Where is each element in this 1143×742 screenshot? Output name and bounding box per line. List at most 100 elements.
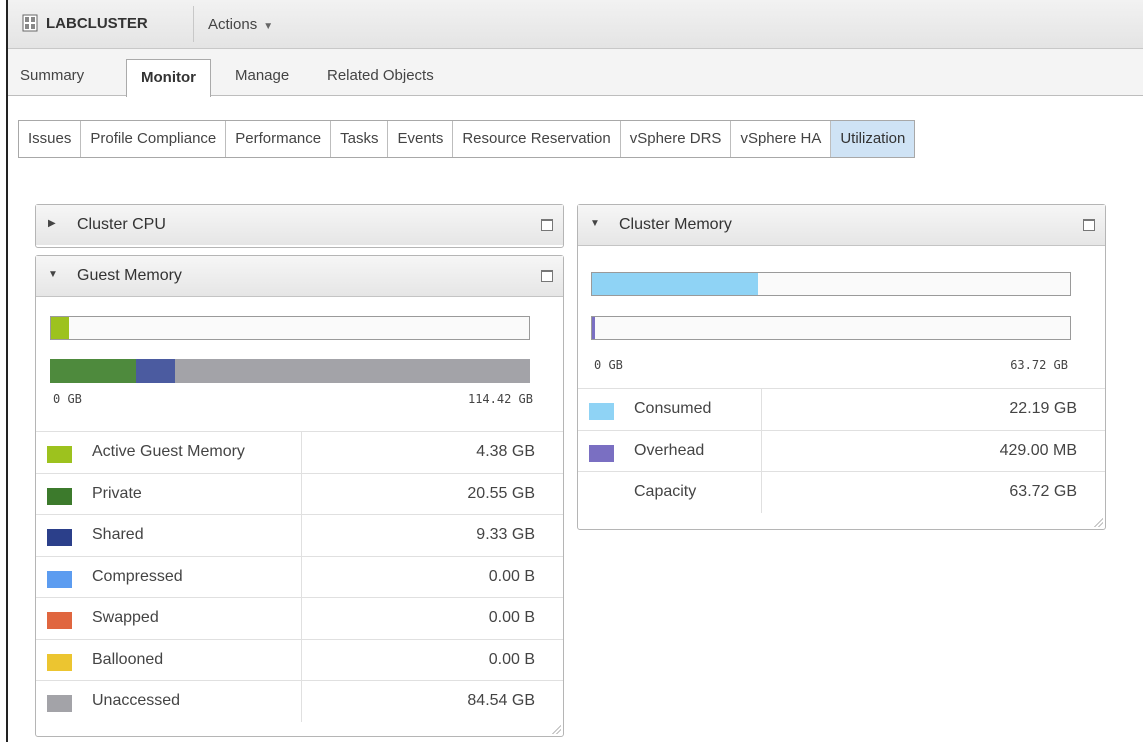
unaccessed-segment <box>175 359 530 383</box>
legend-swatch <box>47 612 72 629</box>
tab-manage[interactable]: Manage <box>235 57 289 95</box>
legend-value: 0.00 B <box>488 567 535 585</box>
legend-swatch <box>47 446 72 463</box>
guest-memory-panel: ▼ Guest Memory 0 GB 114.42 GB Active Gue… <box>35 255 564 737</box>
legend-column-divider <box>301 639 302 681</box>
legend-column-divider <box>301 473 302 515</box>
tab-related-objects[interactable]: Related Objects <box>327 57 434 95</box>
subtab-tasks[interactable]: Tasks <box>331 121 389 157</box>
cluster-cpu-panel: ▶ Cluster CPU <box>35 204 564 248</box>
guest-memory-header[interactable]: ▼ Guest Memory <box>36 256 563 297</box>
memory-breakdown-bar <box>50 359 530 383</box>
actions-label: Actions <box>208 16 258 33</box>
scale-max: 114.42 GB <box>467 392 533 406</box>
legend-column-divider <box>301 598 302 639</box>
legend-column-divider <box>761 389 762 430</box>
chevron-down-icon: ▼ <box>263 21 274 32</box>
legend-column-divider <box>301 515 302 556</box>
resize-grip-icon[interactable] <box>551 724 561 734</box>
legend-value: 63.72 GB <box>1009 483 1077 500</box>
header-divider <box>193 6 194 42</box>
legend-label: Consumed <box>634 400 712 417</box>
main-tabs: Summary Monitor Manage Related Objects <box>8 49 1143 97</box>
object-name: LABCLUSTER <box>46 14 148 32</box>
panel-title: Cluster CPU <box>77 216 166 233</box>
legend-label: Shared <box>92 526 144 543</box>
scale-min: 0 GB <box>53 392 82 406</box>
legend-swatch <box>47 529 72 546</box>
panel-title: Cluster Memory <box>619 216 732 233</box>
overhead-memory-bar <box>591 316 1071 340</box>
legend-swatch <box>589 444 614 462</box>
subtab-events[interactable]: Events <box>388 121 454 157</box>
panel-title: Guest Memory <box>77 267 182 284</box>
cluster-memory-panel: ▼ Cluster Memory 0 GB 63.72 GB Consumed 2… <box>577 204 1106 530</box>
subtab-performance[interactable]: Performance <box>226 121 332 157</box>
subtab-resource-reservation[interactable]: Resource Reservation <box>453 121 621 157</box>
tab-summary[interactable]: Summary <box>20 57 84 95</box>
legend-label: Ballooned <box>92 650 164 668</box>
maximize-icon[interactable] <box>541 270 553 282</box>
object-header: LABCLUSTER Actions ▼ <box>8 0 1143 49</box>
consumed-fill <box>592 273 759 295</box>
legend-value: 22.19 GB <box>1009 400 1077 417</box>
legend-label: Swapped <box>92 609 159 626</box>
legend-value: 9.33 GB <box>476 526 535 543</box>
legend-swatch <box>47 653 72 671</box>
cluster-cpu-header[interactable]: ▶ Cluster CPU <box>36 205 563 245</box>
shared-segment <box>136 359 176 383</box>
cluster-icon <box>22 14 38 32</box>
collapse-triangle-icon[interactable]: ▼ <box>590 218 600 229</box>
legend-column-divider <box>301 556 302 598</box>
legend-value: 429.00 MB <box>999 441 1077 459</box>
legend-value: 4.38 GB <box>476 443 535 460</box>
maximize-icon[interactable] <box>541 219 553 231</box>
subtab-utilization[interactable]: Utilization <box>831 121 915 157</box>
legend-label: Active Guest Memory <box>92 443 245 460</box>
legend-value: 20.55 GB <box>467 484 535 502</box>
collapse-triangle-icon[interactable]: ▼ <box>48 269 58 280</box>
legend-column-divider <box>761 472 762 513</box>
subtab-profile-compliance[interactable]: Profile Compliance <box>81 121 227 157</box>
legend-row: Consumed 22.19 GB <box>578 388 1105 430</box>
legend-swatch <box>47 487 72 505</box>
consumed-memory-bar <box>591 272 1071 296</box>
legend-row: Active Guest Memory 4.38 GB <box>36 431 563 473</box>
cluster-memory-header[interactable]: ▼ Cluster Memory <box>578 205 1105 246</box>
legend-label: Compressed <box>92 567 183 585</box>
active-memory-bar <box>50 316 530 340</box>
legend-row: Capacity 63.72 GB <box>578 471 1105 513</box>
legend-row: Overhead 429.00 MB <box>578 429 1105 472</box>
active-memory-fill <box>51 317 70 339</box>
monitor-subtabs: Issues Profile Compliance Performance Ta… <box>18 120 916 158</box>
resize-grip-icon[interactable] <box>1093 517 1103 527</box>
legend-label: Private <box>92 484 142 502</box>
legend-value: 84.54 GB <box>467 692 535 709</box>
scale-max: 63.72 GB <box>1010 358 1068 372</box>
legend-row: Private 20.55 GB <box>36 472 563 515</box>
legend-value: 0.00 B <box>488 609 535 626</box>
vsphere-web-client: LABCLUSTER Actions ▼ Summary Monitor Mana… <box>6 0 1143 742</box>
subtab-vsphere-drs[interactable]: vSphere DRS <box>621 121 732 157</box>
private-segment <box>50 359 137 383</box>
actions-menu[interactable]: Actions ▼ <box>208 16 273 33</box>
subtab-issues[interactable]: Issues <box>19 121 82 157</box>
legend-column-divider <box>301 681 302 722</box>
legend-swatch <box>47 695 72 712</box>
legend-row: Shared 9.33 GB <box>36 514 563 556</box>
subtab-vsphere-ha[interactable]: vSphere HA <box>731 121 832 157</box>
legend-row: Compressed 0.00 B <box>36 555 563 598</box>
maximize-icon[interactable] <box>1083 219 1095 231</box>
object-title: LABCLUSTER <box>22 14 148 32</box>
legend-row: Ballooned 0.00 B <box>36 638 563 681</box>
legend-row: Unaccessed 84.54 GB <box>36 680 563 722</box>
tab-monitor[interactable]: Monitor <box>126 59 211 97</box>
legend-label: Unaccessed <box>92 692 181 709</box>
legend-value: 0.00 B <box>488 650 535 668</box>
legend-label: Capacity <box>634 483 697 500</box>
scale-min: 0 GB <box>594 358 623 372</box>
legend-label: Overhead <box>634 441 705 459</box>
expand-triangle-icon[interactable]: ▶ <box>48 218 56 229</box>
legend-row: Swapped 0.00 B <box>36 597 563 639</box>
legend-column-divider <box>301 432 302 473</box>
